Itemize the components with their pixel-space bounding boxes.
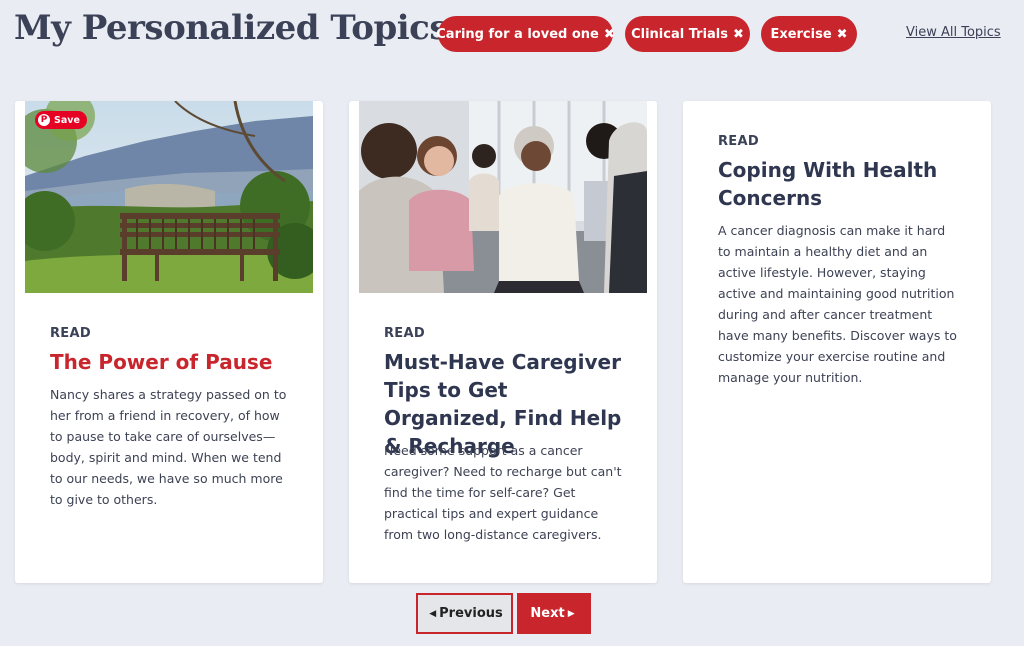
caret-left-icon: ◀ <box>429 608 437 619</box>
article-card-caregiver-tips[interactable]: READ Must-Have Caregiver Tips to Get Org… <box>349 101 657 583</box>
close-x-icon[interactable]: ✖ <box>733 27 744 42</box>
caret-right-icon: ▶ <box>567 608 575 619</box>
next-button[interactable]: Next ▶ <box>517 593 591 634</box>
close-x-icon[interactable]: ✖ <box>837 27 848 42</box>
card-title-link[interactable]: The Power of Pause <box>50 348 300 376</box>
pinterest-save-button[interactable]: P Save <box>35 111 87 129</box>
previous-button[interactable]: ◀ Previous <box>416 593 513 634</box>
bench-landscape-image[interactable]: P Save <box>25 101 313 293</box>
topic-chip-caring[interactable]: Caring for a loved one ✖ <box>436 16 615 52</box>
topic-chip-clinical-trials[interactable]: Clinical Trials ✖ <box>625 16 750 52</box>
card-description: Nancy shares a strategy passed on to her… <box>50 387 287 507</box>
card-kicker: READ <box>718 134 759 149</box>
page-title: My Personalized Topics <box>14 8 449 48</box>
bench-landscape-illustration <box>25 101 313 293</box>
close-x-icon[interactable]: ✖ <box>604 27 615 42</box>
pinterest-icon: P <box>38 114 50 126</box>
previous-label: Previous <box>439 606 503 621</box>
save-label: Save <box>54 114 80 126</box>
topic-chip-label: Caring for a loved one <box>436 26 599 42</box>
card-kicker: READ <box>384 326 425 341</box>
article-card-power-of-pause[interactable]: P Save READ The Power of Pause Nancy sha… <box>15 101 323 583</box>
support-group-illustration <box>359 101 647 293</box>
support-group-image[interactable] <box>359 101 647 293</box>
next-label: Next <box>530 606 565 621</box>
card-description: A cancer diagnosis can make it hard to m… <box>718 223 957 385</box>
view-all-topics-link[interactable]: View All Topics <box>906 25 1001 40</box>
topic-chip-label: Clinical Trials <box>631 26 728 42</box>
topic-chip-exercise[interactable]: Exercise ✖ <box>761 16 857 52</box>
card-kicker: READ <box>50 326 91 341</box>
card-title-link[interactable]: Coping With Health Concerns <box>718 156 948 212</box>
article-card-coping-health[interactable]: READ Coping With Health Concerns A cance… <box>683 101 991 583</box>
topic-chip-label: Exercise <box>770 26 832 42</box>
card-description: Need some support as a cancer caregiver?… <box>384 443 622 542</box>
